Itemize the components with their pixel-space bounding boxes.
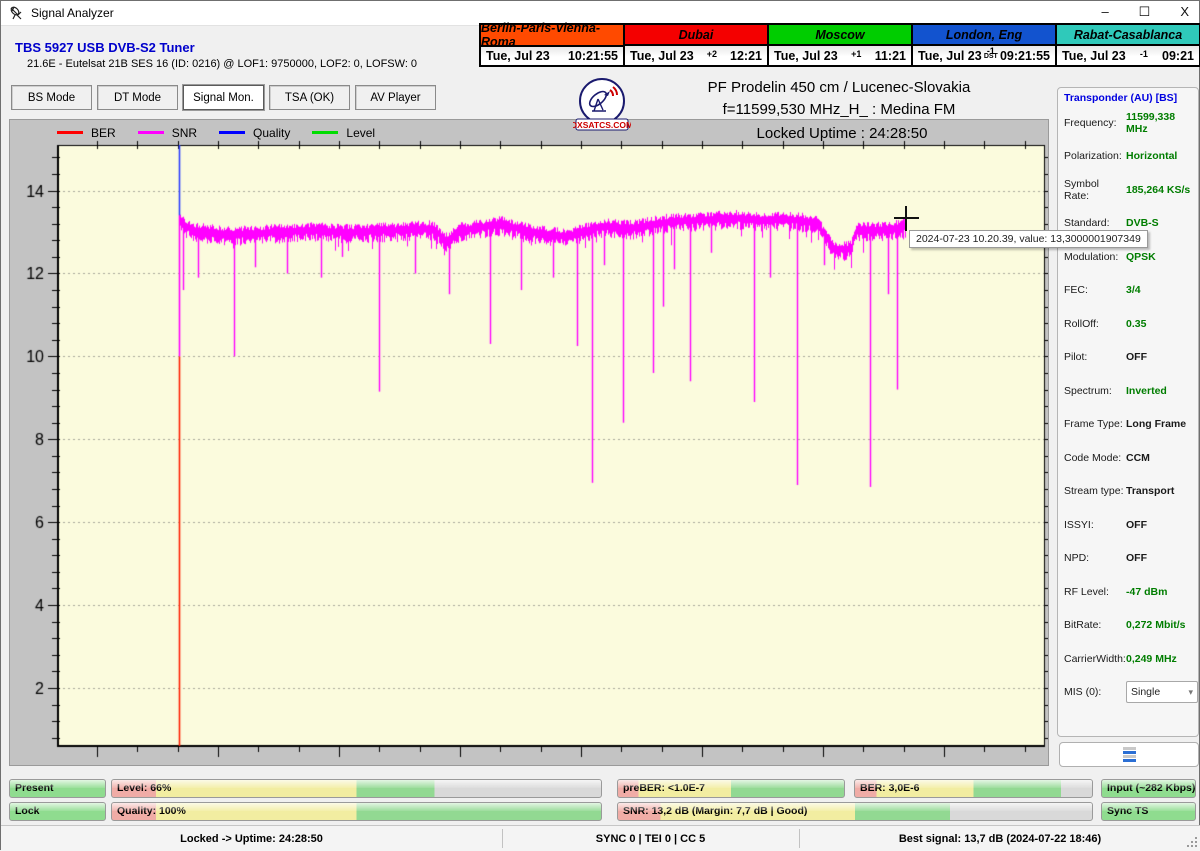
- field-npd: NPD: OFF: [1064, 552, 1147, 565]
- field-rf-level: RF Level: -47 dBm: [1064, 585, 1168, 598]
- preber-meter: preBER: <1.0E-7: [617, 779, 845, 798]
- snr-plot-canvas[interactable]: [10, 120, 1048, 765]
- mis-dropdown[interactable]: Single ▾: [1126, 681, 1198, 704]
- clock-rabat: Rabat-Casablanca Tue, Jul 23 -1 09:21: [1057, 25, 1199, 65]
- transponder-list-button[interactable]: [1059, 742, 1199, 767]
- input-indicator: Input (~282 Kbps): [1101, 779, 1196, 798]
- field-polarization: Polarization: Horizontal: [1064, 150, 1178, 163]
- maximize-button[interactable]: ☐: [1139, 3, 1151, 21]
- quality-meter: Quality: 100%: [111, 802, 602, 821]
- mode-tab-row: BS Mode DT Mode Signal Mon. TSA (OK) AV …: [11, 85, 436, 110]
- legend-level: Level: [312, 126, 375, 140]
- tab-dt-mode[interactable]: DT Mode: [97, 85, 178, 110]
- window-title: Signal Analyzer: [31, 6, 114, 20]
- transponder-panel: Transponder (AU) [BS] Frequency: 11599,33…: [1057, 87, 1199, 737]
- snr-meter: SNR: 13,2 dB (Margin: 7,7 dB | Good): [617, 802, 1093, 821]
- tab-av-player[interactable]: AV Player: [355, 85, 436, 110]
- chart-legend: BER SNR Quality Level: [57, 120, 375, 145]
- clock-time: 09:21:55: [999, 48, 1050, 63]
- clock-date: Tue, Jul 23: [630, 48, 694, 63]
- sync-ts-indicator: Sync TS: [1101, 802, 1196, 821]
- chart-title-line2: f=11599,530 MHz_H_ : Medina FM: [722, 101, 956, 118]
- field-issyi: ISSYI: OFF: [1064, 518, 1147, 531]
- field-spectrum: Spectrum: Inverted: [1064, 384, 1167, 397]
- tuner-details: 21.6E - Eutelsat 21B SES 16 (ID: 0216) @…: [27, 58, 418, 70]
- level-meter: Level: 66%: [111, 779, 602, 798]
- field-code-mode: Code Mode: CCM: [1064, 451, 1150, 464]
- clock-date: Tue, Jul 23: [486, 49, 550, 63]
- world-clock-panel: Berlin-Paris-Vienna-Roma Tue, Jul 23 10:…: [479, 21, 1200, 67]
- clock-time: 12:21: [730, 48, 762, 63]
- clock-date: Tue, Jul 23: [918, 48, 982, 63]
- clock-city-label: Berlin-Paris-Vienna-Roma: [481, 21, 623, 49]
- clock-moscow: Moscow Tue, Jul 23 +1 11:21: [769, 25, 913, 65]
- legend-snr: SNR: [137, 126, 197, 140]
- clock-time: 10:21:55: [567, 49, 618, 63]
- crosshair-cursor: [905, 206, 907, 231]
- clock-city-label: Dubai: [625, 25, 767, 46]
- tab-signal-mon[interactable]: Signal Mon.: [183, 85, 264, 110]
- app-satellite-icon: [10, 6, 22, 20]
- clock-dubai: Dubai Tue, Jul 23 +2 12:21: [625, 25, 769, 65]
- tab-bs-mode[interactable]: BS Mode: [11, 85, 92, 110]
- datapoint-tooltip: 2024-07-23 10.20.39, value: 13,300000190…: [909, 230, 1148, 248]
- clock-utc-offset: -1: [1139, 49, 1148, 59]
- status-best-signal: Best signal: 13,7 dB (2024-07-22 18:46): [898, 832, 1102, 845]
- clock-utc-offset: +2: [706, 49, 717, 59]
- clock-time: 11:21: [874, 48, 906, 63]
- legend-quality: Quality: [219, 126, 290, 140]
- clock-date: Tue, Jul 23: [774, 48, 838, 63]
- window-controls: – ☐ X: [1101, 3, 1189, 21]
- clock-berlin: Berlin-Paris-Vienna-Roma Tue, Jul 23 10:…: [481, 21, 625, 65]
- list-icon: [1122, 747, 1136, 762]
- snr-line-swatch: [137, 131, 164, 134]
- logo-text: DXSATCS.COM: [573, 120, 631, 130]
- field-stream-type: Stream type: Transport: [1064, 485, 1175, 498]
- lock-indicator: Lock: [9, 802, 106, 821]
- clock-utc-offset: +1: [851, 49, 862, 59]
- signal-analyzer-window: { "window": { "title": "Signal Analyzer"…: [0, 0, 1200, 851]
- chevron-down-icon: ▾: [1188, 686, 1193, 697]
- status-bar: Locked -> Uptime: 24:28:50 SYNC 0 | TEI …: [1, 825, 1200, 851]
- minimize-button[interactable]: –: [1101, 3, 1108, 21]
- resize-grip[interactable]: [1183, 829, 1197, 847]
- signal-chart: BER SNR Quality Level Locked Uptime : 24…: [9, 119, 1049, 766]
- field-symbol-rate: Symbol Rate: 185,264 KS/s: [1064, 177, 1191, 202]
- legend-ber: BER: [57, 126, 116, 140]
- quality-line-swatch: [219, 131, 246, 134]
- close-button[interactable]: X: [1180, 3, 1189, 21]
- status-uptime: Locked -> Uptime: 24:28:50: [180, 832, 323, 845]
- ber-line-swatch: [57, 131, 83, 134]
- clock-london: London, Eng Tue, Jul 23 -1 DST 09:21:55: [913, 25, 1057, 65]
- field-carrier-width: CarrierWidth: 0,249 MHz: [1064, 652, 1177, 665]
- clock-utc-offset: -1 DST: [983, 46, 998, 61]
- field-bitrate: BitRate: 0,272 Mbit/s: [1064, 619, 1186, 632]
- field-frame-type: Frame Type: Long Frame: [1064, 418, 1187, 431]
- clock-city-label: London, Eng: [913, 25, 1055, 46]
- clock-time: 09:21: [1162, 48, 1194, 63]
- status-sync-tei-cc: SYNC 0 | TEI 0 | CC 5: [595, 832, 706, 845]
- chart-title-line1: PF Prodelin 450 cm / Lucenec-Slovakia: [707, 79, 971, 96]
- clock-city-label: Rabat-Casablanca: [1057, 25, 1199, 46]
- locked-uptime-label: Locked Uptime : 24:28:50: [756, 125, 928, 142]
- clock-city-label: Moscow: [769, 25, 911, 46]
- tab-tsa[interactable]: TSA (OK): [269, 85, 350, 110]
- field-rolloff: RollOff: 0.35: [1064, 317, 1147, 330]
- clock-date: Tue, Jul 23: [1062, 48, 1126, 63]
- present-indicator: Present: [9, 779, 106, 798]
- field-mis: MIS (0): Single ▾: [1064, 676, 1198, 710]
- tuner-name: TBS 5927 USB DVB-S2 Tuner: [15, 40, 195, 55]
- ber-meter: BER: 3,0E-6: [854, 779, 1093, 798]
- dxsatcs-logo: DXSATCS.COM: [571, 77, 633, 137]
- field-pilot: Pilot: OFF: [1064, 351, 1147, 364]
- field-fec: FEC: 3/4: [1064, 284, 1141, 297]
- level-line-swatch: [312, 131, 339, 134]
